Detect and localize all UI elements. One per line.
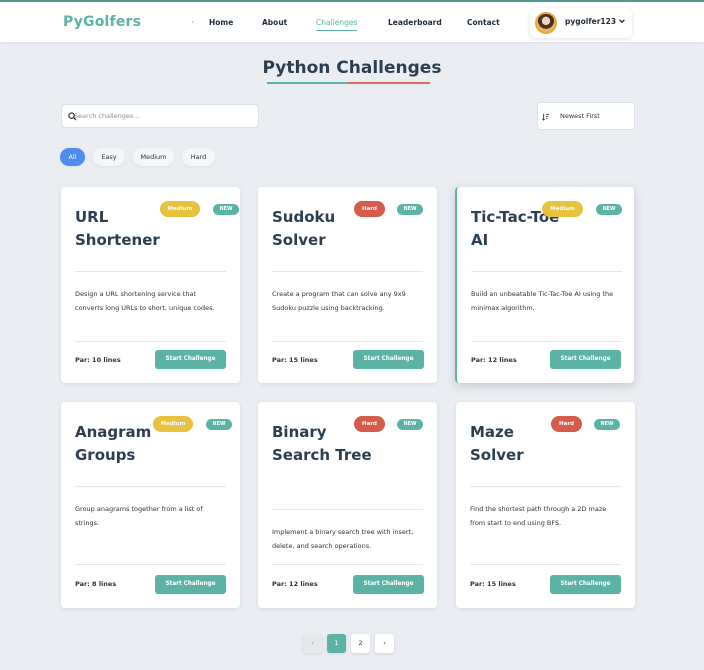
nav-challenges[interactable]: Challenges [316,18,358,31]
par-lines: Par: 10 lines [75,356,121,364]
card-divider [272,271,423,272]
card-divider [272,564,423,565]
card-divider [471,341,622,342]
challenge-card: Sudoku Solver Hard NEW Create a program … [258,187,437,383]
difficulty-badge: Medium [542,201,583,217]
new-badge: NEW [596,204,622,215]
par-lines: Par: 12 lines [471,356,517,364]
site-logo[interactable]: PyGolfers [63,14,141,30]
start-challenge-button[interactable]: Start Challenge [353,350,424,369]
card-description: Create a program that can solve any 9x9 … [272,290,406,312]
page-title: Python Challenges [262,58,442,78]
start-challenge-button[interactable]: Start Challenge [353,575,424,594]
par-lines: Par: 15 lines [470,580,516,588]
par-lines: Par: 8 lines [75,580,117,588]
challenge-card: Tic-Tac-Toe AI Medium NEW Build an unbea… [455,187,634,383]
pagination-prev-button[interactable]: ‹ [303,634,322,653]
par-lines: Par: 12 lines [272,580,318,588]
nav-leaderboard[interactable]: Leaderboard [388,18,442,27]
card-divider [75,486,226,487]
challenge-card: URL Shortener Medium NEW Design a URL sh… [61,187,240,383]
sort-label: Newest First [560,112,600,120]
search-input[interactable] [74,107,254,125]
card-description: Group anagrams together from a list of s… [75,505,203,527]
card-divider [75,271,226,272]
start-challenge-button[interactable]: Start Challenge [550,575,621,594]
avatar [535,12,557,34]
new-badge: NEW [594,419,620,430]
nav-contact[interactable]: Contact [467,18,500,27]
difficulty-badge: Medium [160,201,200,217]
card-title: URL Shortener [75,208,160,249]
nav-separator-dot [192,21,194,23]
card-divider [272,509,423,510]
card-description: Design a URL shortening service that con… [75,290,215,312]
sort-icon [542,113,550,121]
new-badge: NEW [213,204,239,215]
card-divider [471,271,622,272]
new-badge: NEW [397,419,423,430]
title-underline [267,82,430,84]
challenge-card: Anagram Groups Medium NEW Group anagrams… [61,402,240,608]
card-description: Find the shortest path through a 2D maze… [470,505,607,527]
card-divider [272,341,423,342]
nav-about[interactable]: About [262,18,287,27]
card-divider [470,486,621,487]
filter-all[interactable]: All [60,148,85,166]
pagination-next-button[interactable]: › [375,634,394,653]
challenge-card: Maze Solver Hard NEW Find the shortest p… [456,402,635,608]
card-description: Implement a binary search tree with inse… [272,528,414,550]
difficulty-badge: Medium [153,416,193,432]
new-badge: NEW [206,419,232,430]
filter-medium[interactable]: Medium [133,148,174,166]
par-lines: Par: 15 lines [272,356,318,364]
start-challenge-button[interactable]: Start Challenge [155,575,226,594]
card-divider [470,564,621,565]
card-divider [75,341,226,342]
card-description: Build an unbeatable Tic-Tac-Toe AI using… [471,290,614,312]
user-menu[interactable]: pygolfer123 [530,8,632,38]
difficulty-badge: Hard [551,416,582,432]
pagination-page-2[interactable]: 2 [351,634,370,653]
card-divider [75,564,226,565]
search-box [61,104,259,128]
top-nav-bar: PyGolfers Home About Challenges Leaderbo… [0,0,704,42]
new-badge: NEW [397,204,423,215]
pagination-page-1[interactable]: 1 [327,634,346,653]
nav-home[interactable]: Home [209,18,233,27]
difficulty-badge: Hard [354,416,385,432]
sort-select[interactable]: Newest First [537,102,635,130]
filter-hard[interactable]: Hard [182,148,215,166]
filter-easy[interactable]: Easy [93,148,125,166]
start-challenge-button[interactable]: Start Challenge [155,350,226,369]
username: pygolfer123 [565,17,617,26]
chevron-down-icon [619,19,625,24]
difficulty-badge: Hard [354,201,385,217]
start-challenge-button[interactable]: Start Challenge [550,350,621,369]
challenge-card: Binary Search Tree Hard NEW Implement a … [258,402,437,608]
